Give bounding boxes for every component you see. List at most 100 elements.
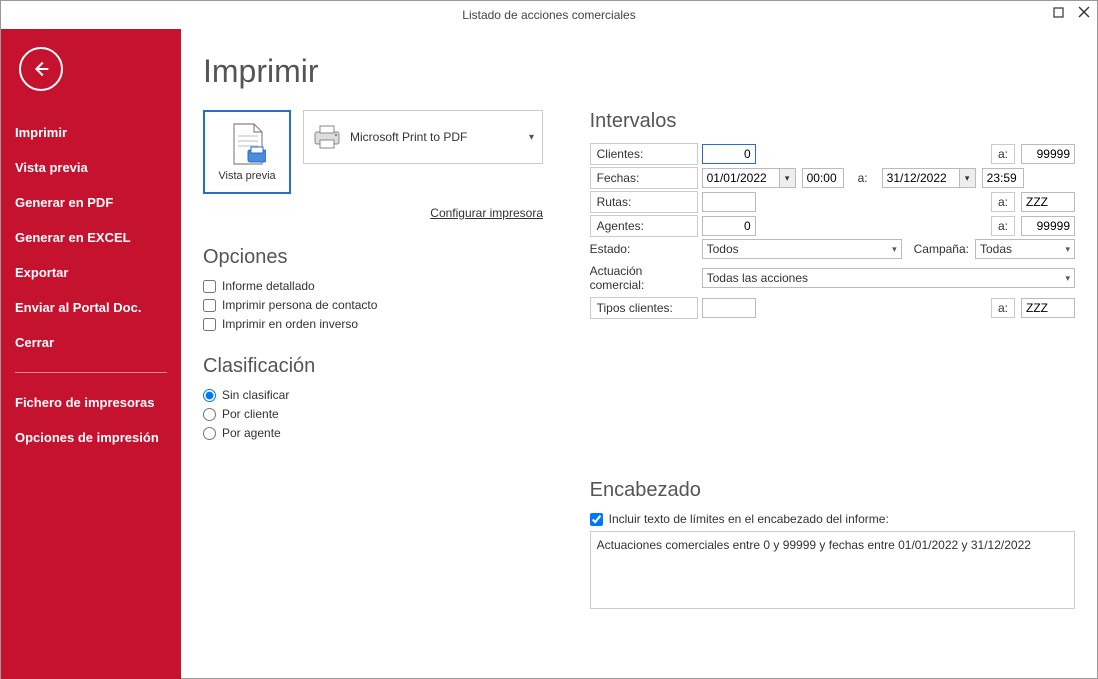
date-to-dropdown-icon[interactable]: ▾ bbox=[960, 168, 976, 188]
sidebar-item-imprimir[interactable]: Imprimir bbox=[1, 115, 181, 150]
config-printer-row: Configurar impresora bbox=[203, 204, 543, 222]
action-label: Actuación comercial: bbox=[590, 261, 702, 295]
sidebar-item-opciones-impresion[interactable]: Opciones de impresión bbox=[1, 420, 181, 455]
window-controls bbox=[1049, 3, 1093, 21]
header-textarea[interactable] bbox=[590, 531, 1075, 609]
dates-label: Fechas: bbox=[590, 167, 698, 189]
back-button[interactable] bbox=[19, 47, 63, 91]
titlebar: Listado de acciones comerciales bbox=[1, 1, 1097, 29]
state-select[interactable]: Todos ▾ bbox=[702, 239, 902, 259]
clients-label: Clientes: bbox=[590, 143, 698, 165]
date-from-combo: ▾ bbox=[702, 168, 796, 188]
classification-agent[interactable]: Por agente bbox=[203, 426, 550, 440]
sidebar-item-vista-previa[interactable]: Vista previa bbox=[1, 150, 181, 185]
clients-a-label: a: bbox=[991, 144, 1015, 164]
sidebar-item-generar-pdf[interactable]: Generar en PDF bbox=[1, 185, 181, 220]
routes-a-label: a: bbox=[991, 192, 1015, 212]
date-to-combo: ▾ bbox=[882, 168, 976, 188]
vista-previa-label: Vista previa bbox=[218, 170, 275, 182]
option-detailed-checkbox[interactable] bbox=[203, 280, 216, 293]
classification-none[interactable]: Sin clasificar bbox=[203, 388, 550, 402]
action-value: Todas las acciones bbox=[707, 271, 808, 285]
option-reverse-checkbox[interactable] bbox=[203, 318, 216, 331]
printer-name: Microsoft Print to PDF bbox=[350, 130, 521, 144]
options-heading: Opciones bbox=[203, 246, 550, 269]
classification-client[interactable]: Por cliente bbox=[203, 407, 550, 421]
routes-to-input[interactable] bbox=[1021, 192, 1075, 212]
chevron-down-icon: ▾ bbox=[892, 244, 897, 255]
app-window: Listado de acciones comerciales Imprimir… bbox=[0, 0, 1098, 679]
state-row: Todos ▾ Campaña: Todas ▾ bbox=[702, 239, 1075, 259]
classification-agent-radio[interactable] bbox=[203, 427, 216, 440]
vista-previa-button[interactable]: Vista previa bbox=[203, 110, 291, 194]
column-right: Intervalos Clientes: a: Fechas: bbox=[590, 110, 1075, 614]
chevron-down-icon: ▾ bbox=[529, 132, 534, 143]
intervals-grid: Clientes: a: Fechas: ▾ bbox=[590, 143, 1075, 319]
sidebar-item-fichero-impresoras[interactable]: Fichero de impresoras bbox=[1, 385, 181, 420]
state-value: Todos bbox=[707, 242, 739, 256]
clients-to-input[interactable] bbox=[1021, 144, 1075, 164]
client-types-from-input[interactable] bbox=[702, 298, 756, 318]
dates-a-label: a: bbox=[858, 171, 868, 185]
header-heading: Encabezado bbox=[590, 479, 1075, 502]
header-include-limits[interactable]: Incluir texto de límites en el encabezad… bbox=[590, 512, 1075, 526]
columns: Vista previa bbox=[203, 110, 1075, 614]
agents-from-input[interactable] bbox=[702, 216, 756, 236]
window-title: Listado de acciones comerciales bbox=[462, 8, 635, 22]
date-to-input[interactable] bbox=[882, 168, 960, 188]
dates-row: ▾ a: ▾ bbox=[702, 168, 1075, 188]
option-detailed-label: Informe detallado bbox=[222, 279, 315, 293]
client-types-label: Tipos clientes: bbox=[590, 297, 698, 319]
window-body: Imprimir Vista previa Generar en PDF Gen… bbox=[1, 29, 1097, 679]
option-reverse[interactable]: Imprimir en orden inverso bbox=[203, 317, 550, 331]
routes-from-input[interactable] bbox=[702, 192, 756, 212]
printer-select[interactable]: Microsoft Print to PDF ▾ bbox=[303, 110, 543, 164]
date-from-input[interactable] bbox=[702, 168, 780, 188]
clients-from-input[interactable] bbox=[702, 144, 756, 164]
action-row: Todas las acciones ▾ bbox=[702, 268, 1075, 288]
agents-a-label: a: bbox=[991, 216, 1015, 236]
close-icon[interactable] bbox=[1075, 3, 1093, 21]
classification-client-radio[interactable] bbox=[203, 408, 216, 421]
agents-to-input[interactable] bbox=[1021, 216, 1075, 236]
agents-row: a: bbox=[702, 216, 1075, 236]
page-title: Imprimir bbox=[203, 53, 1075, 90]
sidebar-item-cerrar[interactable]: Cerrar bbox=[1, 325, 181, 360]
header-include-limits-label: Incluir texto de límites en el encabezad… bbox=[609, 512, 889, 526]
option-reverse-label: Imprimir en orden inverso bbox=[222, 317, 358, 331]
option-contact[interactable]: Imprimir persona de contacto bbox=[203, 298, 550, 312]
action-select[interactable]: Todas las acciones ▾ bbox=[702, 268, 1075, 288]
campaign-label: Campaña: bbox=[914, 242, 969, 256]
agents-label: Agentes: bbox=[590, 215, 698, 237]
document-preview-icon bbox=[228, 122, 266, 166]
option-detailed[interactable]: Informe detallado bbox=[203, 279, 550, 293]
date-from-dropdown-icon[interactable]: ▾ bbox=[780, 168, 796, 188]
config-printer-link[interactable]: Configurar impresora bbox=[430, 206, 543, 220]
clients-row: a: bbox=[702, 144, 1075, 164]
column-left: Vista previa bbox=[203, 110, 550, 614]
header-text-box bbox=[590, 531, 1075, 614]
classification-none-radio[interactable] bbox=[203, 389, 216, 402]
intervals-heading: Intervalos bbox=[590, 110, 1075, 133]
preview-row: Vista previa bbox=[203, 110, 550, 194]
sidebar-item-enviar-portal[interactable]: Enviar al Portal Doc. bbox=[1, 290, 181, 325]
time-to-input[interactable] bbox=[982, 168, 1024, 188]
state-label: Estado: bbox=[590, 239, 702, 259]
sidebar-separator bbox=[15, 372, 167, 373]
campaign-select[interactable]: Todas ▾ bbox=[975, 239, 1075, 259]
classification-agent-label: Por agente bbox=[222, 426, 281, 440]
routes-row: a: bbox=[702, 192, 1075, 212]
main-panel: Imprimir bbox=[181, 29, 1097, 679]
option-contact-label: Imprimir persona de contacto bbox=[222, 298, 377, 312]
client-types-a-label: a: bbox=[991, 298, 1015, 318]
maximize-icon[interactable] bbox=[1049, 3, 1067, 21]
time-from-input[interactable] bbox=[802, 168, 844, 188]
header-include-limits-checkbox[interactable] bbox=[590, 513, 603, 526]
printer-icon bbox=[312, 123, 342, 151]
sidebar-item-exportar[interactable]: Exportar bbox=[1, 255, 181, 290]
client-types-row: a: bbox=[702, 298, 1075, 318]
sidebar-item-generar-excel[interactable]: Generar en EXCEL bbox=[1, 220, 181, 255]
client-types-to-input[interactable] bbox=[1021, 298, 1075, 318]
option-contact-checkbox[interactable] bbox=[203, 299, 216, 312]
chevron-down-icon: ▾ bbox=[1065, 244, 1070, 255]
